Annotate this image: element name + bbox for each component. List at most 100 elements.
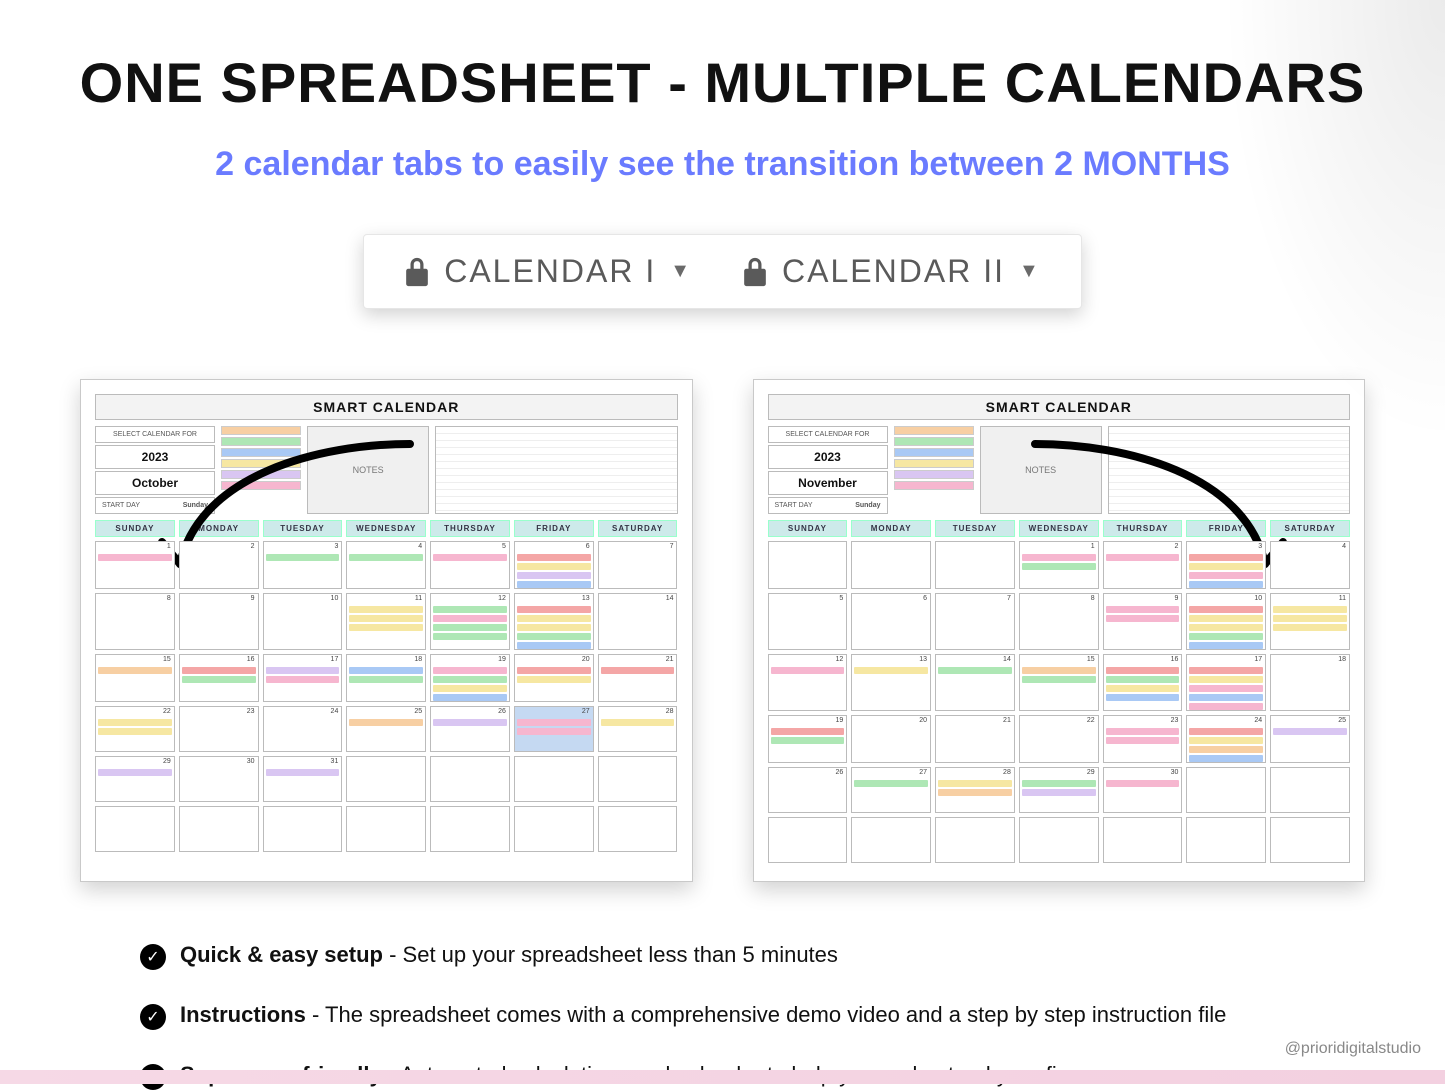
tab-calendar-2[interactable]: CALENDAR II ▼ — [742, 253, 1041, 290]
page-subtitle: 2 calendar tabs to easily see the transi… — [60, 145, 1385, 184]
entry-chip — [1189, 581, 1263, 588]
calendar-cell: 21 — [935, 715, 1015, 763]
calendar-cell — [598, 806, 678, 852]
entry-chip — [433, 606, 507, 613]
sheet-tabs-bar: CALENDAR I ▼ CALENDAR II ▼ — [363, 234, 1082, 309]
entry-chip — [98, 769, 172, 776]
calendar-cell: 19 — [768, 715, 848, 763]
entry-chip — [1022, 780, 1096, 787]
calendar-cell: 10 — [1186, 593, 1266, 650]
start-day: START DAY Sunday — [768, 497, 888, 514]
chevron-down-icon: ▼ — [1019, 260, 1041, 283]
calendar-cell: 6 — [851, 593, 931, 650]
entry-chip — [433, 694, 507, 701]
entry-chip — [1189, 554, 1263, 561]
check-icon: ✓ — [140, 944, 166, 970]
select-calendar-for: SELECT CALENDAR FOR — [768, 426, 888, 443]
entry-chip — [1273, 606, 1347, 613]
calendar-grid: SUNDAYMONDAYTUESDAYWEDNESDAYTHURSDAYFRID… — [95, 520, 678, 852]
calendar-cell — [1270, 817, 1350, 863]
entry-chip — [1106, 667, 1180, 674]
calendar-cell: 29 — [95, 756, 175, 802]
check-icon: ✓ — [140, 1064, 166, 1090]
entry-chip — [266, 676, 340, 683]
entry-chip — [1022, 789, 1096, 796]
calendar-cell — [514, 756, 594, 802]
entry-chip — [517, 728, 591, 735]
entry-chip — [433, 719, 507, 726]
entry-chip — [98, 719, 172, 726]
day-header: SATURDAY — [598, 520, 678, 537]
entry-chip — [1106, 780, 1180, 787]
entry-chip — [266, 554, 340, 561]
notes-lines — [435, 426, 677, 514]
entry-chip — [1189, 563, 1263, 570]
entry-chip — [1189, 737, 1263, 744]
year-value: 2023 — [768, 445, 888, 469]
calendar-cell: 3 — [1186, 541, 1266, 589]
entry-chip — [601, 719, 675, 726]
calendar-cell — [768, 541, 848, 589]
day-header: TUESDAY — [935, 520, 1015, 537]
entry-chip — [98, 728, 172, 735]
entry-chip — [1273, 615, 1347, 622]
entry-chip — [433, 676, 507, 683]
feature-bullet: ✓Super user-friendly - Automated calcula… — [140, 1062, 1305, 1090]
entry-chip — [517, 719, 591, 726]
calendar-cell: 4 — [346, 541, 426, 589]
feature-bullet: ✓Quick & easy setup - Set up your spread… — [140, 942, 1305, 970]
entry-chip — [1106, 676, 1180, 683]
entry-chip — [517, 667, 591, 674]
entry-chip — [182, 676, 256, 683]
entry-chip — [98, 554, 172, 561]
calendar-cell: 22 — [95, 706, 175, 752]
calendar-cell — [430, 806, 510, 852]
entry-chip — [517, 633, 591, 640]
entry-chip — [1022, 563, 1096, 570]
entry-chip — [433, 624, 507, 631]
entry-chip — [349, 615, 423, 622]
calendar-cell — [1019, 817, 1099, 863]
calendar-cell: 27 — [851, 767, 931, 813]
calendar-cell: 14 — [935, 654, 1015, 711]
entry-chip — [1106, 615, 1180, 622]
entry-chip — [517, 615, 591, 622]
calendar-cell — [346, 756, 426, 802]
entry-chip — [1189, 642, 1263, 649]
entry-chip — [349, 606, 423, 613]
calendar-cell — [935, 817, 1015, 863]
tab-calendar-1[interactable]: CALENDAR I ▼ — [404, 253, 692, 290]
calendar-cell: 18 — [1270, 654, 1350, 711]
entry-chip — [1189, 572, 1263, 579]
chevron-down-icon: ▼ — [670, 260, 692, 283]
entry-chip — [1022, 676, 1096, 683]
tab-label: CALENDAR I — [444, 253, 656, 290]
entry-chip — [1189, 615, 1263, 622]
calendar-cell: 12 — [768, 654, 848, 711]
day-header: THURSDAY — [430, 520, 510, 537]
lock-icon — [404, 257, 430, 287]
calendar-cell — [1103, 817, 1183, 863]
entry-chip — [1189, 606, 1263, 613]
entry-chip — [433, 615, 507, 622]
calendar-cell: 7 — [598, 541, 678, 589]
calendar-cell: 4 — [1270, 541, 1350, 589]
entry-chip — [771, 737, 845, 744]
calendar-cell — [514, 806, 594, 852]
calendar-cell — [1186, 767, 1266, 813]
calendar-cell: 7 — [935, 593, 1015, 650]
calendar-cell: 30 — [1103, 767, 1183, 813]
calendar-cell: 23 — [1103, 715, 1183, 763]
calendar-grid: SUNDAYMONDAYTUESDAYWEDNESDAYTHURSDAYFRID… — [768, 520, 1351, 863]
calendar-cell — [935, 541, 1015, 589]
entry-chip — [938, 667, 1012, 674]
calendar-cell: 25 — [1270, 715, 1350, 763]
entry-chip — [1189, 728, 1263, 735]
entry-chip — [1189, 746, 1263, 753]
calendar-cell: 8 — [1019, 593, 1099, 650]
calendar-cell: 15 — [95, 654, 175, 702]
entry-chip — [349, 676, 423, 683]
entry-chip — [938, 780, 1012, 787]
calendar-cell: 11 — [1270, 593, 1350, 650]
entry-chip — [517, 581, 591, 588]
